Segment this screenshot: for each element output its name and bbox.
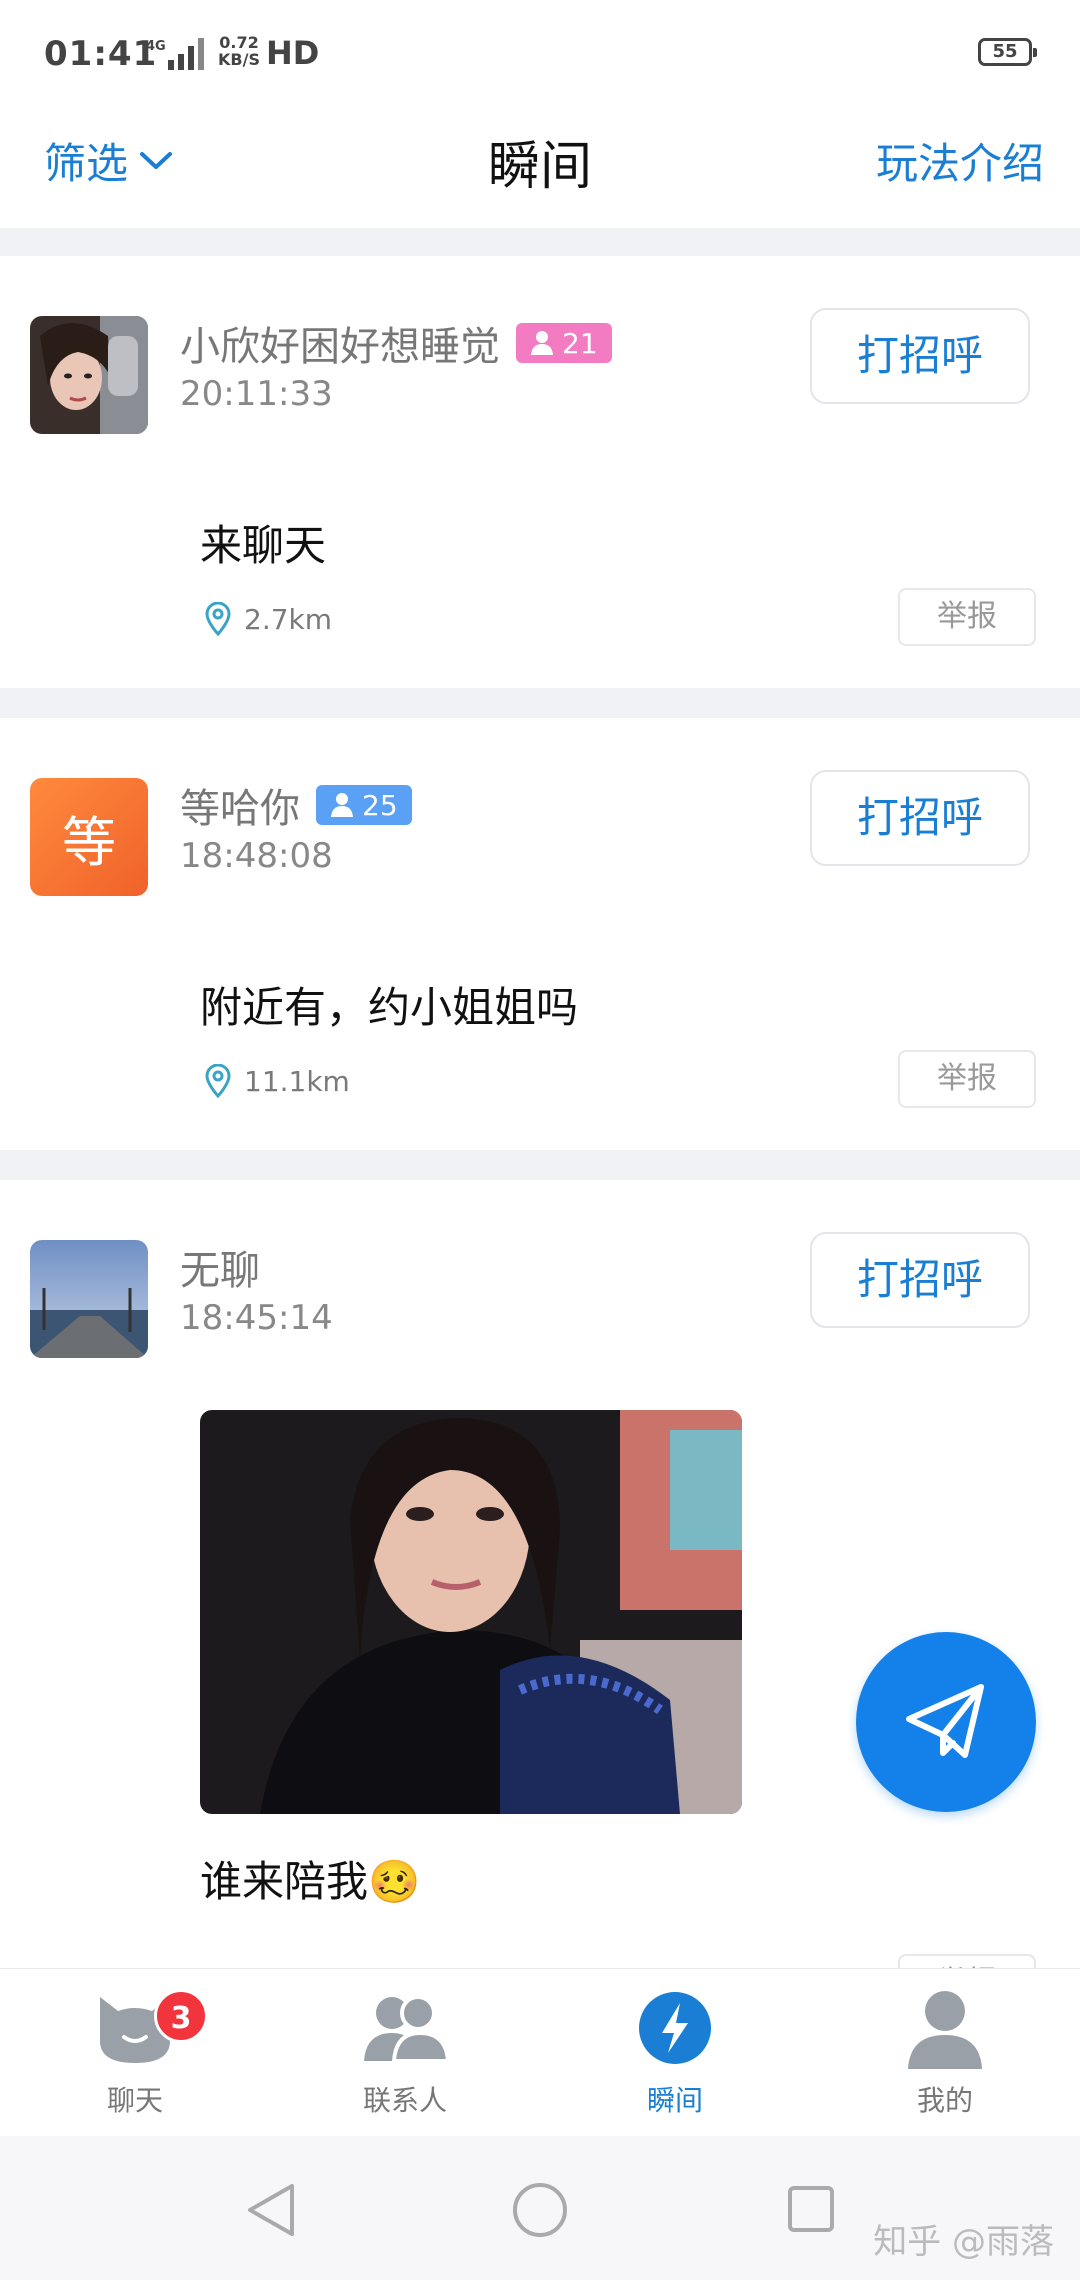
post-image [200, 1410, 742, 1814]
greet-button[interactable]: 打招呼 [810, 1232, 1030, 1328]
tab-contacts[interactable]: 联系人 [270, 1969, 540, 2137]
send-icon [906, 1684, 984, 1758]
contacts-icon [364, 1995, 450, 2063]
post-photo[interactable] [200, 1410, 742, 1814]
greet-button[interactable]: 打招呼 [810, 308, 1030, 404]
watermark: 知乎 @雨落 [873, 2222, 1054, 2262]
location-pin-icon [205, 1064, 231, 1098]
post-time: 18:45:14 [180, 1298, 333, 1338]
location-pin-icon [205, 602, 231, 636]
tab-label: 我的 [916, 2084, 973, 2117]
post-time: 18:48:08 [180, 836, 333, 876]
distance-info: 11.1km [204, 1064, 350, 1098]
battery-icon: 55 [978, 38, 1037, 66]
system-navigation-bar: 知乎 @雨落 [0, 2136, 1080, 2280]
recents-icon[interactable] [786, 2184, 836, 2234]
status-time: 01:41 [44, 34, 158, 74]
bottom-tab-bar: 3 聊天 联系人 瞬间 我的 [0, 1968, 1080, 2137]
greet-button[interactable]: 打招呼 [810, 770, 1030, 866]
network-speed: 0.72 KB/S [218, 33, 260, 69]
post-text: 来聊天 [200, 521, 327, 570]
home-icon[interactable] [512, 2182, 568, 2238]
post-time: 20:11:33 [180, 374, 333, 414]
gender-age-badge: 21 [516, 323, 612, 363]
status-bar: 01:41 4G 0.72 KB/S HD 55 [0, 0, 1080, 110]
unread-count-badge: 3 [154, 1989, 208, 2043]
lightning-icon [639, 1992, 711, 2064]
avatar-photo [30, 316, 148, 434]
report-button[interactable]: 举报 [898, 1050, 1036, 1108]
tab-chat[interactable]: 3 聊天 [0, 1969, 270, 2137]
network-type: 4G [146, 39, 166, 54]
tab-profile[interactable]: 我的 [810, 1969, 1080, 2137]
cellular-signal-icon: 4G [146, 38, 204, 70]
hd-indicator: HD [266, 34, 320, 72]
post-text: 谁来陪我🥴 [200, 1857, 421, 1906]
tab-label: 聊天 [106, 2084, 163, 2117]
tab-label: 瞬间 [646, 2084, 703, 2117]
tab-label: 联系人 [362, 2084, 447, 2117]
report-button[interactable]: 举报 [898, 1954, 1036, 1968]
tab-moments[interactable]: 瞬间 [540, 1969, 810, 2137]
username[interactable]: 等哈你 25 [180, 776, 412, 834]
post-text: 附近有，约小姐姐吗 [200, 983, 579, 1032]
rules-link[interactable]: 玩法介绍 [876, 130, 1044, 191]
gender-age-badge: 25 [316, 785, 412, 825]
report-button[interactable]: 举报 [898, 588, 1036, 646]
avatar[interactable]: 等 [30, 778, 148, 896]
post-card: 无聊 18:45:14 打招呼 谁来陪我🥴 举报 [0, 1180, 1080, 1968]
post-card: 等 等哈你 25 18:48:08 打招呼 附近有，约小姐姐吗 11.1km 举… [0, 718, 1080, 1150]
top-nav-bar: 筛选 瞬间 玩法介绍 [0, 110, 1080, 228]
username[interactable]: 无聊 [180, 1238, 260, 1296]
profile-icon [908, 1991, 982, 2069]
avatar[interactable] [30, 316, 148, 434]
back-icon[interactable] [244, 2182, 296, 2238]
female-user-icon [531, 331, 553, 355]
male-user-icon [331, 793, 353, 817]
post-card: 小欣好困好想睡觉 21 20:11:33 打招呼 来聊天 2.7km 举报 [0, 256, 1080, 688]
new-post-button[interactable] [856, 1632, 1036, 1812]
distance-info: 2.7km [204, 602, 332, 636]
avatar-photo [30, 1240, 148, 1358]
username[interactable]: 小欣好困好想睡觉 21 [180, 314, 612, 372]
avatar[interactable] [30, 1240, 148, 1358]
